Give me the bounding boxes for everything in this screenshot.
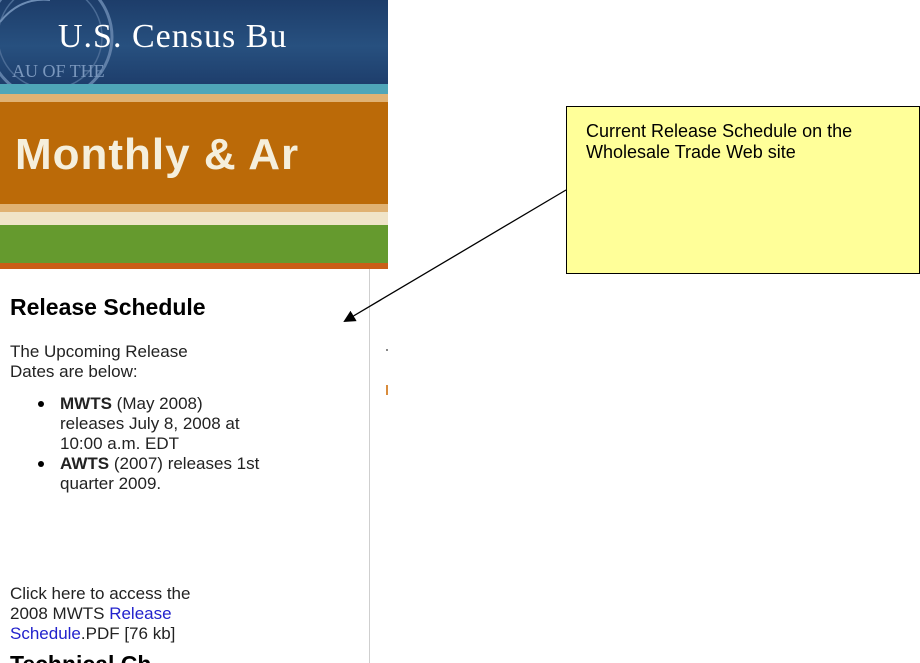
survey-title: Monthly & Ar bbox=[15, 130, 300, 179]
release-schedule-sidebar: Release Schedule The Upcoming Release Da… bbox=[0, 269, 370, 663]
section-heading: Release Schedule bbox=[10, 294, 206, 320]
next-heading-clip: Technical Ch bbox=[0, 653, 370, 663]
divider-stripe bbox=[0, 94, 388, 102]
divider-stripe bbox=[0, 84, 388, 94]
release-name: AWTS bbox=[60, 454, 110, 473]
content-fragment bbox=[386, 349, 388, 351]
main-content-edge bbox=[370, 269, 388, 663]
census-banner: AU OF THE U.S. Census Bu bbox=[0, 0, 388, 84]
divider-stripe bbox=[0, 204, 388, 212]
annotation-callout: Current Release Schedule on the Wholesal… bbox=[566, 106, 920, 274]
agency-title[interactable]: U.S. Census Bu bbox=[58, 18, 287, 56]
next-section-heading: Technical Ch bbox=[10, 653, 151, 663]
bullet-icon bbox=[38, 461, 44, 467]
census-web-page: AU OF THE U.S. Census Bu Monthly & Ar Re… bbox=[0, 0, 388, 663]
bullet-icon bbox=[38, 401, 44, 407]
seal-lettering: AU OF THE bbox=[12, 61, 105, 81]
release-list: MWTS (May 2008) releases July 8, 2008 at… bbox=[38, 394, 266, 494]
callout-text: Current Release Schedule on the Wholesal… bbox=[586, 121, 853, 162]
survey-title-band: Monthly & Ar bbox=[0, 102, 388, 204]
list-item: AWTS (2007) releases 1st quarter 2009. bbox=[38, 454, 266, 494]
intro-text: The Upcoming Release Dates are below: bbox=[10, 342, 188, 381]
divider-stripe bbox=[0, 212, 388, 225]
content-fragment bbox=[386, 385, 388, 395]
list-item: MWTS (May 2008) releases July 8, 2008 at… bbox=[38, 394, 266, 454]
access-suffix: .PDF [76 kb] bbox=[80, 624, 176, 643]
release-name: MWTS bbox=[60, 394, 112, 413]
nav-band bbox=[0, 225, 388, 263]
access-text: Click here to access the 2008 MWTS Relea… bbox=[10, 584, 225, 644]
